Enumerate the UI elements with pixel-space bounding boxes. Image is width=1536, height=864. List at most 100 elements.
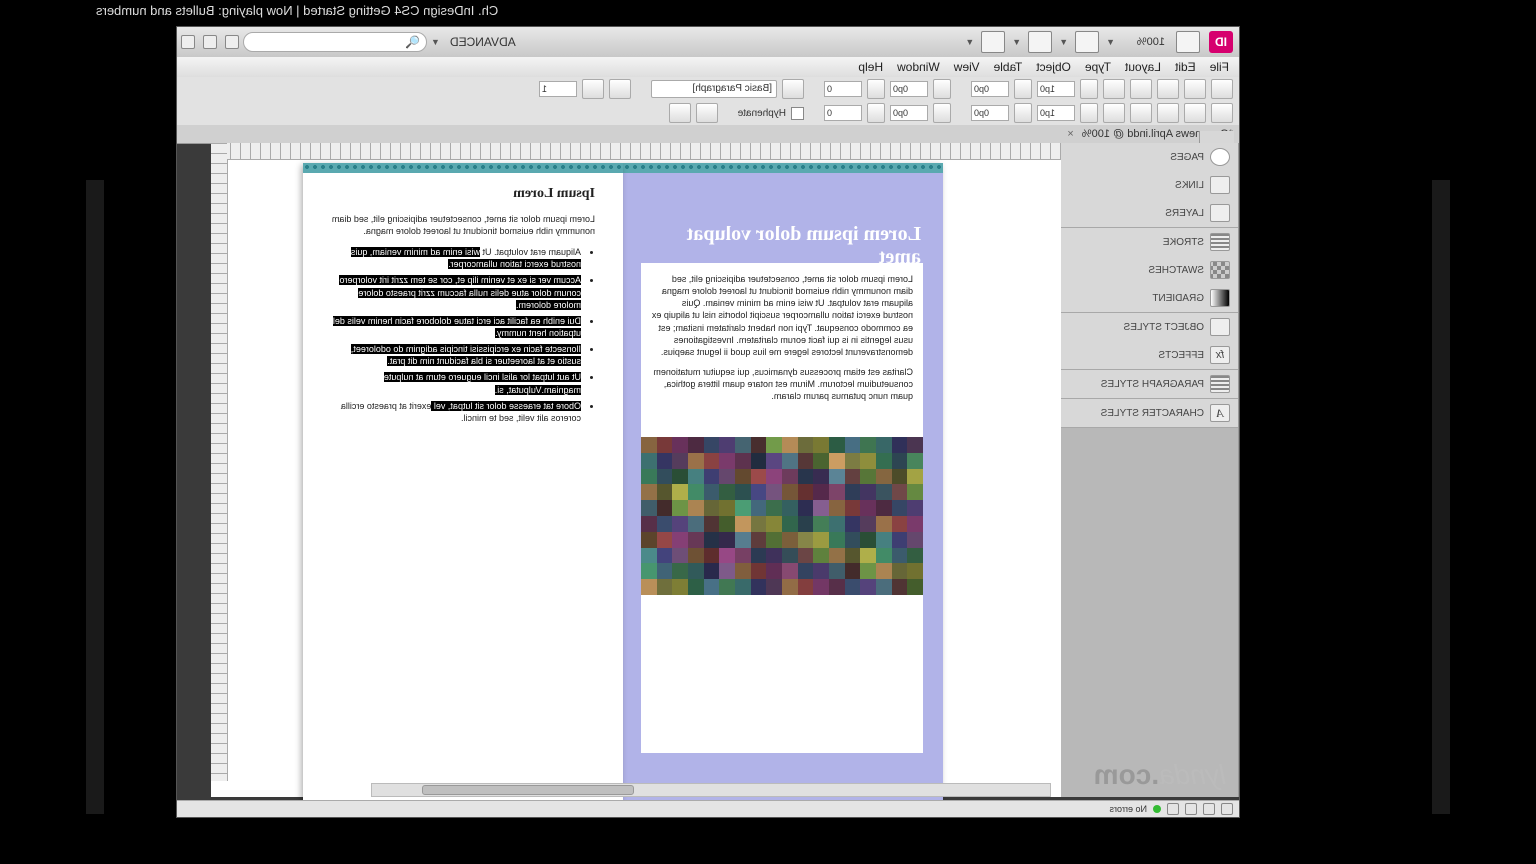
selected-text: Obore tat eraesse dolor sit lutpat, vel [431,401,581,411]
list-item: Ut aut lutpat lor alisl incil euguero et… [331,371,581,395]
page-nav-first-icon[interactable] [1221,803,1233,815]
dropcap-lines-icon[interactable] [867,79,885,99]
list-item: Ilonsecte facin ex ercipissisi tincipis … [331,343,581,367]
columns-icon[interactable] [609,79,631,99]
firstline-indent-icon[interactable] [1014,79,1032,99]
search-icon: 🔍 [405,35,420,49]
tab-close-icon[interactable]: × [1067,128,1073,140]
search-field[interactable]: 🔍 [243,32,427,52]
preflight-status-text[interactable]: No errors [1109,804,1147,814]
list-item: Aliquam erat volutpat. Ut wisi enim ad m… [331,246,581,270]
panel-character-styles[interactable]: ACHARACTER STYLES [1060,399,1238,427]
header-pattern [303,163,623,173]
minimize-button[interactable] [225,35,239,49]
preflight-status-icon[interactable] [1153,805,1161,813]
dropcap-chars-field[interactable]: 0 [824,105,862,121]
space-before-icon[interactable] [933,79,951,99]
restore-button[interactable] [203,35,217,49]
hyphenate-label: Hyphenate [738,108,786,119]
align-right-icon[interactable] [1130,79,1152,99]
panel-object-styles[interactable]: OBJECT STYLES [1060,313,1238,341]
panel-swatches[interactable]: SWATCHES [1060,256,1238,284]
intro-paragraph: Lorem ipsum dolor sit amet, consectetuer… [331,213,595,237]
justify-full-icon[interactable] [1103,103,1125,123]
application-bar: ID 100% ▼ ▼ ▼ ▼ ADVANCED ▼ 🔍 [177,27,1239,58]
no-baseline-icon[interactable] [669,103,691,123]
screen-mode-icon[interactable] [1028,31,1052,53]
dropcap-lines-field[interactable]: 0 [824,81,862,97]
panel-gradient[interactable]: GRADIENT [1060,284,1238,312]
close-button[interactable] [181,35,195,49]
dropcap-chars-icon[interactable] [867,103,885,123]
selected-text: Ilonsecte facin ex ercipissisi tincipis … [351,344,581,366]
space-before-field[interactable]: 0p0 [890,81,928,97]
right-indent-field[interactable]: 1p0 [1037,105,1075,121]
indent-left-icon[interactable] [1080,79,1098,99]
align-left-icon[interactable] [1184,79,1206,99]
page-nav-last-icon[interactable] [1167,803,1179,815]
left-page[interactable]: Lorem ipsum dolor volupat amet Lorem ips… [623,163,943,803]
menu-help[interactable]: Help [858,60,883,74]
panel-paragraph-styles[interactable]: PARAGRAPH STYLES [1060,370,1238,398]
panel-pages[interactable]: PAGES [1060,143,1238,171]
justify-center-icon[interactable] [1157,103,1179,123]
indent-right-icon[interactable] [1080,103,1098,123]
right-page[interactable]: Ipsum Lorem Lorem ipsum dolor sit amet, … [303,163,623,803]
control-panel: 1p0 0p0 0p0 0 [Basic Paragraph] 1 1p0 [177,77,1239,126]
panel-dock: PAGES LINKS LAYERS STROKE SWATCHES GRADI… [1060,143,1239,797]
arrange-docs-icon[interactable] [981,31,1005,53]
zoom-level[interactable]: 100% [1119,36,1165,48]
horizontal-ruler [227,143,1061,160]
menu-layout[interactable]: Layout [1125,60,1161,74]
workspace-caret-icon[interactable]: ▼ [431,37,440,47]
menu-type[interactable]: Type [1085,60,1111,74]
space-after-field[interactable]: 0p0 [890,105,928,121]
zoom-caret-icon[interactable]: ▼ [1106,37,1115,47]
lastline-indent-icon[interactable] [1014,103,1032,123]
bullets-icon[interactable] [782,79,804,99]
page-nav-next-icon[interactable] [1185,803,1197,815]
status-bar: No errors [177,800,1239,817]
num-columns-field[interactable]: 1 [539,81,577,97]
menu-edit[interactable]: Edit [1175,60,1196,74]
left-indent-field[interactable]: 1p0 [1037,81,1075,97]
panel-effects[interactable]: fxEFFECTS [1060,341,1238,369]
char-format-toggle[interactable] [1211,79,1233,99]
right-text-frame[interactable]: Ipsum Lorem Lorem ipsum dolor sit amet, … [321,175,605,440]
justify-left-icon[interactable] [1184,103,1206,123]
panel-layers[interactable]: LAYERS [1060,199,1238,227]
menu-object[interactable]: Object [1036,60,1071,74]
page-nav-prev-icon[interactable] [1203,803,1215,815]
workspace-switcher[interactable]: ADVANCED [450,35,516,49]
align-center-icon[interactable] [1157,79,1179,99]
selected-text: Dui enibh ea facilit aci erci tatue dolo… [333,316,581,338]
span-columns-icon[interactable] [582,79,604,99]
view-options-icon[interactable] [1075,31,1099,53]
menu-file[interactable]: File [1210,60,1229,74]
para-format-toggle[interactable] [1211,103,1233,123]
color-swatch-image[interactable] [641,437,923,595]
menu-table[interactable]: Table [994,60,1023,74]
baseline-grid-icon[interactable] [696,103,718,123]
document-canvas[interactable]: Lorem ipsum dolor volupat amet Lorem ips… [211,143,1061,797]
video-title-bar: Ch. InDesign CS4 Getting Started | Now p… [86,0,1450,22]
header-pattern [623,163,943,173]
menu-view[interactable]: View [954,60,980,74]
scrollbar-thumb[interactable] [422,785,634,795]
horizontal-scrollbar[interactable] [371,783,1051,797]
hyphenate-checkbox[interactable] [791,107,804,120]
lastline-field[interactable]: 0p0 [971,105,1009,121]
justify-right-icon[interactable] [1130,103,1152,123]
list-item: Accum ver si ex et venim ilip et, cor se… [331,274,581,310]
align-justify-icon[interactable] [1103,79,1125,99]
paragraph-style-select[interactable]: [Basic Paragraph] [651,80,777,98]
panel-stroke[interactable]: STROKE [1060,228,1238,256]
bridge-icon[interactable] [1176,31,1200,53]
indesign-window: ID 100% ▼ ▼ ▼ ▼ ADVANCED ▼ 🔍 File Edit L… [176,26,1240,818]
space-after-icon[interactable] [933,103,951,123]
menu-window[interactable]: Window [897,60,940,74]
app-logo: ID [1209,31,1233,53]
panel-links[interactable]: LINKS [1060,171,1238,199]
subhead: Ipsum Lorem [331,185,595,204]
firstline-field[interactable]: 0p0 [971,81,1009,97]
